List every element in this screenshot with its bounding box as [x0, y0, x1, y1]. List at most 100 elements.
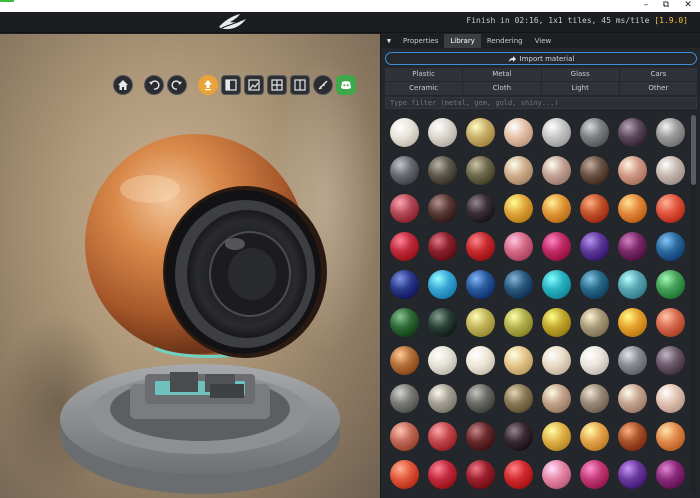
material-swatch[interactable]	[613, 227, 651, 265]
material-swatch[interactable]	[461, 189, 499, 227]
material-swatch[interactable]	[537, 113, 575, 151]
material-swatch[interactable]	[423, 303, 461, 341]
material-swatch[interactable]	[575, 113, 613, 151]
material-swatch[interactable]	[499, 227, 537, 265]
split-view-button[interactable]	[290, 75, 310, 95]
category-other[interactable]: Other	[619, 82, 697, 95]
material-swatch[interactable]	[461, 265, 499, 303]
material-swatch[interactable]	[385, 227, 423, 265]
material-swatch[interactable]	[575, 265, 613, 303]
material-swatch[interactable]	[537, 227, 575, 265]
material-swatch[interactable]	[385, 455, 423, 493]
material-swatch[interactable]	[651, 303, 685, 341]
material-swatch[interactable]	[537, 189, 575, 227]
material-swatch[interactable]	[461, 151, 499, 189]
category-cars[interactable]: Cars	[619, 68, 697, 81]
material-swatch[interactable]	[575, 189, 613, 227]
material-swatch[interactable]	[385, 341, 423, 379]
undo-button[interactable]	[144, 75, 164, 95]
material-swatch[interactable]	[423, 227, 461, 265]
material-swatch[interactable]	[385, 379, 423, 417]
import-material-button[interactable]: Import material	[385, 52, 697, 65]
material-swatch[interactable]	[423, 379, 461, 417]
maximize-button[interactable]: ⧉	[656, 0, 676, 12]
material-swatch[interactable]	[461, 341, 499, 379]
material-swatch[interactable]	[575, 455, 613, 493]
render-viewport[interactable]	[0, 34, 380, 498]
material-swatch[interactable]	[537, 303, 575, 341]
material-swatch[interactable]	[499, 455, 537, 493]
material-swatch[interactable]	[537, 341, 575, 379]
material-swatch[interactable]	[499, 417, 537, 455]
grid-view-button[interactable]	[267, 75, 287, 95]
material-swatch[interactable]	[651, 151, 685, 189]
home-button[interactable]	[113, 75, 133, 95]
material-swatch[interactable]	[575, 341, 613, 379]
material-swatch[interactable]	[423, 455, 461, 493]
material-swatch[interactable]	[651, 379, 685, 417]
material-swatch[interactable]	[385, 303, 423, 341]
material-swatch[interactable]	[385, 189, 423, 227]
material-swatch[interactable]	[613, 189, 651, 227]
material-swatch[interactable]	[385, 151, 423, 189]
redo-button[interactable]	[167, 75, 187, 95]
material-swatch[interactable]	[575, 227, 613, 265]
category-glass[interactable]: Glass	[541, 68, 619, 81]
category-light[interactable]: Light	[541, 82, 619, 95]
material-swatch[interactable]	[461, 113, 499, 151]
material-swatch[interactable]	[499, 151, 537, 189]
material-swatch[interactable]	[499, 113, 537, 151]
material-swatch[interactable]	[499, 265, 537, 303]
material-swatch[interactable]	[461, 303, 499, 341]
category-ceramic[interactable]: Ceramic	[385, 82, 463, 95]
material-swatch[interactable]	[537, 417, 575, 455]
sidebar-layout-button[interactable]	[221, 75, 241, 95]
material-swatch[interactable]	[651, 227, 685, 265]
material-swatch[interactable]	[613, 303, 651, 341]
tab-library[interactable]: Library	[444, 34, 481, 48]
material-swatch[interactable]	[537, 265, 575, 303]
material-swatch[interactable]	[499, 303, 537, 341]
material-swatch[interactable]	[613, 341, 651, 379]
material-swatch[interactable]	[651, 113, 685, 151]
discord-button[interactable]	[336, 75, 356, 95]
material-swatch[interactable]	[651, 417, 685, 455]
material-swatch[interactable]	[575, 303, 613, 341]
material-swatch[interactable]	[499, 341, 537, 379]
category-plastic[interactable]: Plastic	[385, 68, 463, 81]
material-swatch[interactable]	[385, 113, 423, 151]
collapse-arrow-icon[interactable]: ▼	[381, 37, 397, 45]
material-swatch[interactable]	[575, 417, 613, 455]
material-swatch[interactable]	[613, 455, 651, 493]
material-swatch[interactable]	[537, 455, 575, 493]
upload-button[interactable]	[198, 75, 218, 95]
material-swatch[interactable]	[537, 151, 575, 189]
material-swatch[interactable]	[423, 265, 461, 303]
material-swatch[interactable]	[575, 379, 613, 417]
material-swatch[interactable]	[423, 113, 461, 151]
swatch-scrollbar-thumb[interactable]	[691, 115, 696, 185]
tab-view[interactable]: View	[529, 34, 558, 48]
material-swatch[interactable]	[537, 379, 575, 417]
category-cloth[interactable]: Cloth	[463, 82, 541, 95]
material-swatch[interactable]	[575, 151, 613, 189]
close-button[interactable]: ✕	[678, 0, 698, 12]
material-swatch[interactable]	[461, 455, 499, 493]
material-swatch[interactable]	[461, 227, 499, 265]
material-swatch[interactable]	[613, 265, 651, 303]
material-swatch[interactable]	[461, 417, 499, 455]
material-filter-input[interactable]: Type filter (metal, gem, gold, shiny...)	[385, 97, 697, 109]
material-swatch[interactable]	[461, 379, 499, 417]
material-swatch[interactable]	[651, 189, 685, 227]
tab-properties[interactable]: Properties	[397, 34, 444, 48]
image-render-button[interactable]	[244, 75, 264, 95]
material-swatch[interactable]	[613, 379, 651, 417]
material-swatch[interactable]	[651, 265, 685, 303]
material-swatch[interactable]	[423, 417, 461, 455]
material-swatch[interactable]	[385, 417, 423, 455]
material-swatch[interactable]	[651, 341, 685, 379]
material-swatch[interactable]	[423, 151, 461, 189]
material-swatch[interactable]	[385, 265, 423, 303]
tab-rendering[interactable]: Rendering	[481, 34, 529, 48]
material-swatch[interactable]	[499, 379, 537, 417]
